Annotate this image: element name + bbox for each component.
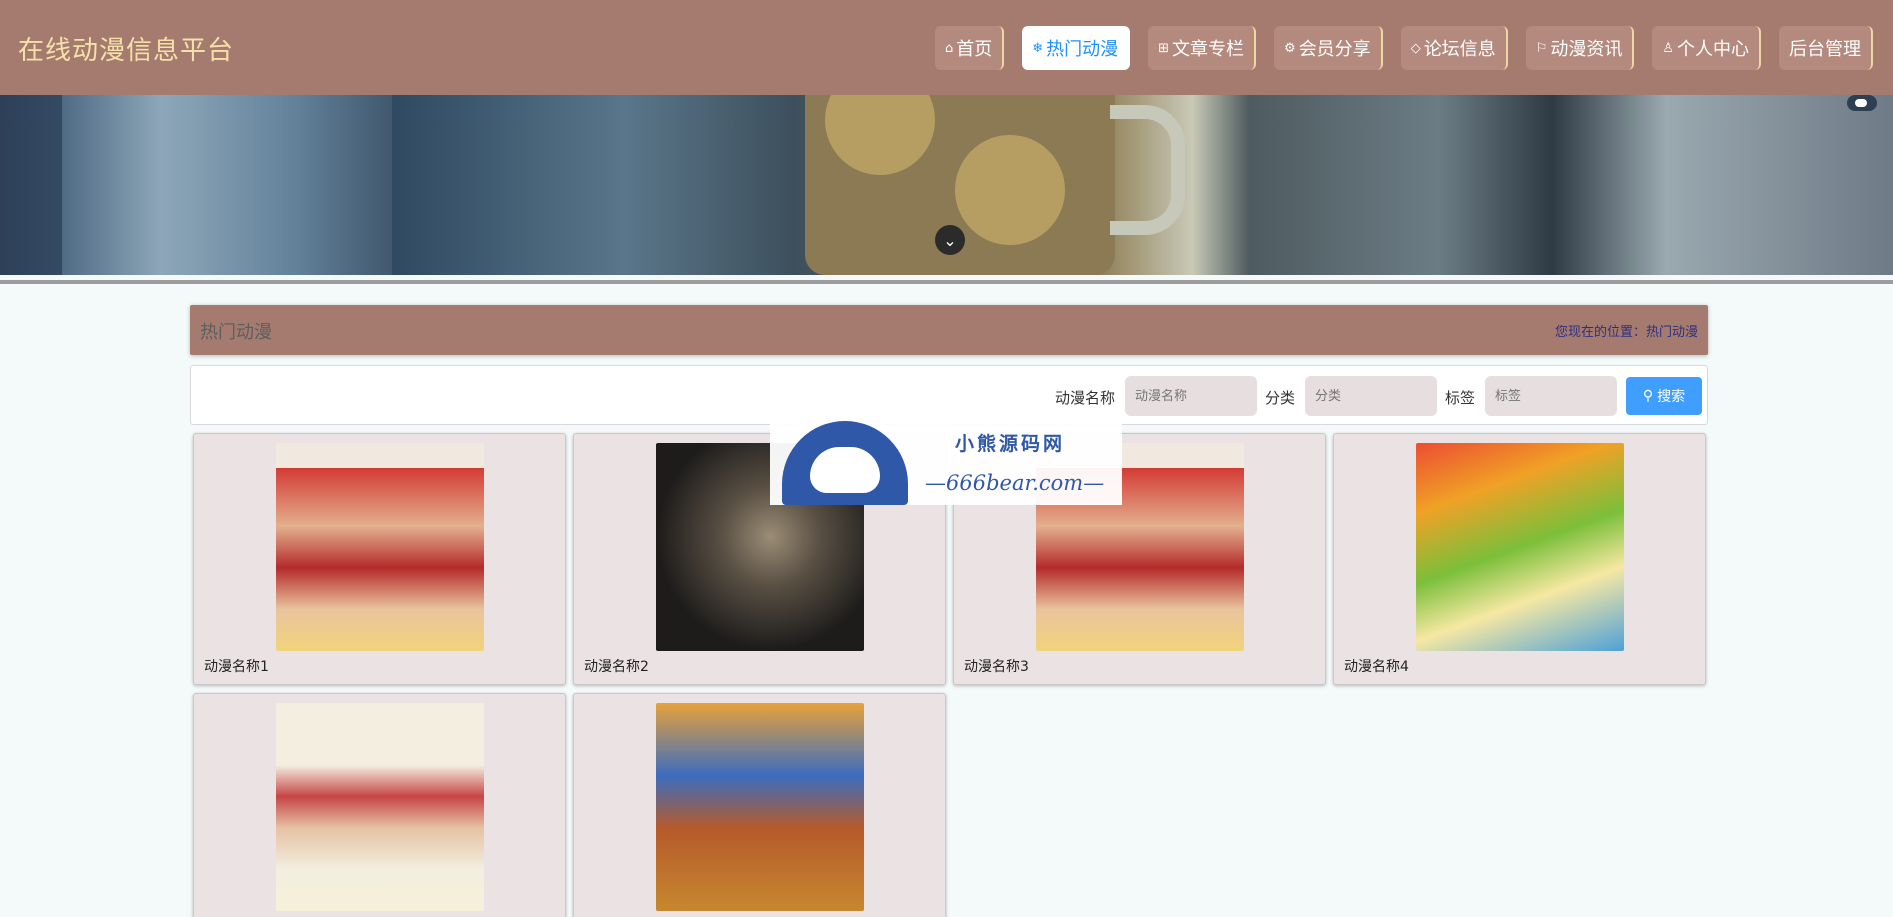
- search-icon: ⚲: [1642, 388, 1654, 404]
- site-title: 在线动漫信息平台: [18, 36, 235, 66]
- flag-icon: ⚐: [1535, 40, 1548, 56]
- nav-hot-anime[interactable]: ❄ 热门动漫: [1022, 26, 1131, 70]
- nav-articles[interactable]: ⊞ 文章专栏: [1148, 26, 1257, 70]
- theme-toggle[interactable]: [1847, 95, 1877, 111]
- grid-icon: ⊞: [1158, 40, 1170, 56]
- tag-icon: ◇: [1410, 40, 1421, 56]
- anime-cover-image: [656, 703, 864, 911]
- top-header: 在线动漫信息平台 ⌂ 首页 ❄ 热门动漫 ⊞ 文章专栏 ⚙ 会员分享 ◇ 论坛信息 ⚐ 动漫…: [0, 0, 1893, 95]
- anime-card[interactable]: [573, 693, 946, 917]
- anime-name-label: 动漫名称: [1055, 389, 1116, 407]
- nav-label: 热门动漫: [1046, 39, 1119, 60]
- anime-cover-image: [276, 703, 484, 911]
- mug-flower: [825, 95, 935, 175]
- anime-cover-image: [276, 443, 484, 651]
- divider: [0, 280, 1893, 284]
- scroll-down-button[interactable]: ⌄: [935, 225, 965, 255]
- anime-card[interactable]: 动漫名称1: [193, 433, 566, 685]
- watermark-url: —666bear.com—: [925, 471, 1105, 495]
- nav-label: 会员分享: [1298, 39, 1371, 60]
- watermark-title: 小熊源码网: [955, 433, 1066, 455]
- nav-label: 动漫资讯: [1550, 39, 1623, 60]
- nav-profile[interactable]: ♙ 个人中心: [1652, 26, 1761, 70]
- search-bar: 动漫名称 分类 标签 ⚲ 搜索: [190, 365, 1708, 425]
- nav-label: 后台管理: [1789, 39, 1861, 60]
- nav-home[interactable]: ⌂ 首页: [934, 26, 1005, 70]
- anime-card[interactable]: 动漫名称4: [1333, 433, 1706, 685]
- snowflake-icon: ❄: [1032, 40, 1044, 56]
- category-label: 分类: [1265, 389, 1296, 407]
- watermark: 小熊源码网 —666bear.com—: [770, 421, 1122, 505]
- nav-label: 首页: [956, 39, 993, 60]
- nav-admin[interactable]: 后台管理: [1779, 26, 1873, 70]
- nav-member-share[interactable]: ⚙ 会员分享: [1274, 26, 1383, 70]
- anime-cover-image: [1416, 443, 1624, 651]
- anime-name: 动漫名称1: [204, 659, 269, 675]
- bear-logo-icon: [782, 421, 908, 505]
- banner-photo-left: [62, 95, 392, 275]
- nav-news[interactable]: ⚐ 动漫资讯: [1525, 26, 1635, 70]
- breadcrumb: 您现在的位置：热门动漫: [1554, 325, 1698, 340]
- page-title: 热门动漫: [200, 322, 272, 343]
- search-button[interactable]: ⚲ 搜索: [1626, 377, 1702, 415]
- mug-flower: [955, 135, 1065, 245]
- gift-icon: ⚙: [1284, 40, 1296, 56]
- main-nav: ⌂ 首页 ❄ 热门动漫 ⊞ 文章专栏 ⚙ 会员分享 ◇ 论坛信息 ⚐ 动漫资讯 ♙ 个人中心 …: [934, 26, 1873, 70]
- nav-forum[interactable]: ◇ 论坛信息: [1400, 26, 1508, 70]
- anime-card[interactable]: [193, 693, 566, 917]
- anime-name-input[interactable]: [1125, 376, 1257, 416]
- anime-name: 动漫名称3: [964, 659, 1029, 675]
- chevron-down-icon: ⌄: [943, 230, 957, 250]
- nav-label: 个人中心: [1677, 39, 1749, 60]
- search-button-label: 搜索: [1657, 389, 1686, 405]
- category-input[interactable]: [1305, 376, 1437, 416]
- section-header: 热门动漫 您现在的位置：热门动漫: [190, 305, 1708, 355]
- tag-input[interactable]: [1485, 376, 1617, 416]
- banner-mug-handle: [1110, 105, 1185, 235]
- anime-name: 动漫名称4: [1344, 659, 1409, 675]
- tag-label: 标签: [1445, 389, 1476, 407]
- anime-name: 动漫名称2: [584, 659, 649, 675]
- nav-label: 文章专栏: [1172, 39, 1245, 60]
- user-icon: ♙: [1662, 40, 1674, 56]
- nav-label: 论坛信息: [1423, 39, 1496, 60]
- home-icon: ⌂: [944, 40, 954, 56]
